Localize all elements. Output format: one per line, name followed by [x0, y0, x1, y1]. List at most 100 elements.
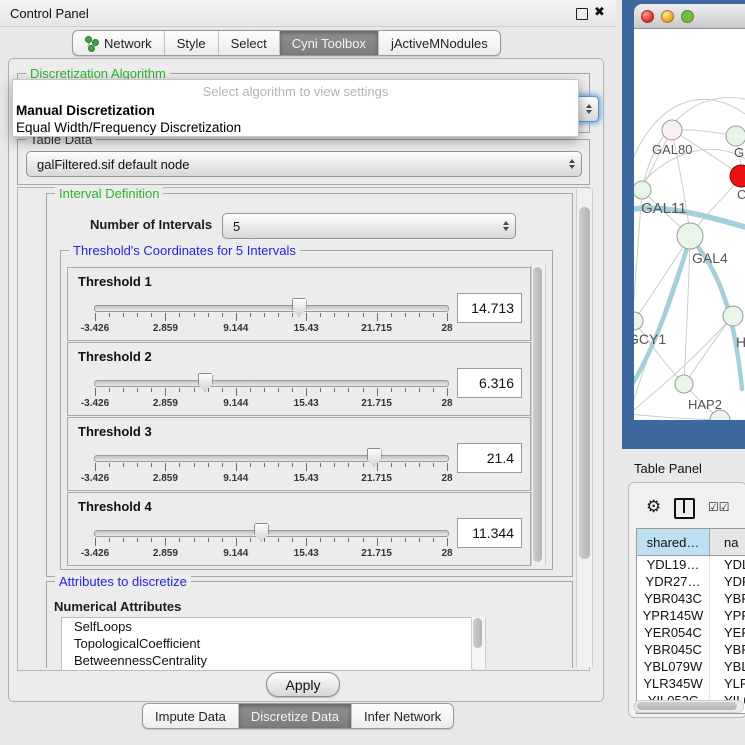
columns-icon[interactable]: [674, 498, 695, 519]
network-node-hap2[interactable]: [675, 375, 693, 393]
apply-button[interactable]: Apply: [266, 672, 340, 697]
thresholds-scrollbar[interactable]: [531, 265, 546, 565]
network-node-red[interactable]: [730, 165, 745, 187]
table-header-row: shared… na: [637, 529, 745, 556]
table-row[interactable]: YLR345WYLR3: [637, 675, 745, 692]
node-table[interactable]: shared… na YDL19…YDL1YDR27…YDR2YBR043CYB…: [636, 528, 745, 714]
zoom-traffic-light[interactable]: [681, 10, 694, 23]
tick-label: 21.715: [361, 473, 392, 484]
cell-name[interactable]: YLR3: [710, 675, 745, 692]
node-label-gal11: GAL11: [641, 200, 687, 217]
cell-name[interactable]: YER0: [710, 624, 745, 641]
popup-hint: Select algorithm to view settings: [13, 80, 578, 102]
network-view-canvas[interactable]: GAL80 G C GAL11 GAL4 GCY1 H HAP2: [634, 29, 745, 420]
table-panel-title: Table Panel: [634, 461, 702, 476]
tab-infer-network[interactable]: Infer Network: [352, 704, 453, 728]
tab-label: Style: [177, 36, 206, 51]
table-row[interactable]: YBR043CYBR0: [637, 590, 745, 607]
slider-track[interactable]: [94, 380, 449, 387]
cell-shared-name[interactable]: YDR27…: [637, 573, 710, 590]
network-node-gal4[interactable]: [677, 223, 703, 249]
slider-track[interactable]: [94, 455, 449, 462]
cell-name[interactable]: YBR0: [710, 641, 745, 658]
cell-shared-name[interactable]: YDL19…: [637, 556, 710, 573]
cell-shared-name[interactable]: YBR045C: [637, 641, 710, 658]
attribute-list-item[interactable]: SelfLoops: [62, 618, 472, 635]
network-node-gcy1[interactable]: [634, 312, 643, 330]
cell-shared-name[interactable]: YPR145W: [637, 607, 710, 624]
threshold-value-field[interactable]: 21.4: [457, 443, 522, 473]
cell-shared-name[interactable]: YBR043C: [637, 590, 710, 607]
node-label-hap2: HAP2: [688, 397, 722, 412]
table-row[interactable]: YDR27…YDR2: [637, 573, 745, 590]
thresholds-group: Threshold's Coordinates for 5 Intervals …: [60, 250, 553, 570]
cell-shared-name[interactable]: YER054C: [637, 624, 710, 641]
tab-label: Network: [104, 36, 152, 51]
slider-track[interactable]: [94, 305, 449, 312]
table-row[interactable]: YER054CYER0: [637, 624, 745, 641]
network-node-gal11-neighbor[interactable]: [634, 181, 651, 199]
tab-select[interactable]: Select: [219, 31, 280, 55]
attribute-list-item[interactable]: BetweennessCentrality: [62, 652, 472, 669]
popup-item-manual-discretization[interactable]: Manual Discretization: [13, 102, 578, 119]
interval-definition-group: Interval Definition Number of Intervals …: [46, 193, 573, 577]
table-horizontal-scrollbar[interactable]: [634, 700, 744, 713]
tab-label: Cyni Toolbox: [292, 36, 366, 51]
network-node-right[interactable]: [723, 306, 743, 326]
cell-name[interactable]: YPR1: [710, 607, 745, 624]
threshold-value-field[interactable]: 6.316: [457, 368, 522, 398]
screen: Control Panel ✖ Network Style Select Cyni T…: [0, 0, 745, 745]
attribute-list-item[interactable]: TopologicalCoefficient: [62, 635, 472, 652]
tab-label: Infer Network: [364, 709, 441, 724]
attributes-list-scrollbar[interactable]: [471, 617, 486, 669]
gear-icon[interactable]: ⚙: [646, 497, 661, 517]
table-row[interactable]: YBL079WYBL0: [637, 658, 745, 675]
table-row[interactable]: YDL19…YDL1: [637, 556, 745, 573]
table-row[interactable]: YPR145WYPR1: [637, 607, 745, 624]
cell-name[interactable]: YDR2: [710, 573, 745, 590]
tab-impute-data[interactable]: Impute Data: [143, 704, 239, 728]
tab-network[interactable]: Network: [73, 31, 165, 55]
table-data-combo[interactable]: galFiltered.sif default node: [26, 151, 582, 177]
number-of-intervals-combo[interactable]: 5: [222, 213, 516, 239]
cell-name[interactable]: YBL0: [710, 658, 745, 675]
node-label-gal80: GAL80: [652, 142, 692, 157]
column-header-name[interactable]: na: [710, 529, 745, 555]
float-window-icon[interactable]: [576, 8, 588, 20]
cell-name[interactable]: YDL1: [710, 556, 745, 573]
tick-label: 9.144: [223, 473, 248, 484]
tick-label: -3.426: [81, 548, 109, 559]
minimize-traffic-light[interactable]: [661, 10, 674, 23]
tab-label: Impute Data: [155, 709, 226, 724]
tab-jactivemnodules[interactable]: jActiveMNodules: [379, 31, 500, 55]
table-data-group: Table Data galFiltered.sif default node: [17, 139, 590, 185]
tick-label: 9.144: [223, 398, 248, 409]
threshold-row: Threshold 1 -3.4262.8599.14415.4321.7152…: [67, 267, 531, 341]
close-icon[interactable]: ✖: [594, 4, 605, 20]
numerical-attributes-list[interactable]: SelfLoopsTopologicalCoefficientBetweenne…: [61, 617, 473, 671]
network-node-gal80[interactable]: [662, 120, 682, 140]
cell-shared-name[interactable]: YBL079W: [637, 658, 710, 675]
column-header-shared-name[interactable]: shared…: [637, 529, 710, 555]
close-traffic-light[interactable]: [641, 10, 654, 23]
group-title: Threshold's Coordinates for 5 Intervals: [69, 243, 300, 258]
cyni-bottom-tabs: Impute Data Discretize Data Infer Network: [142, 703, 454, 729]
control-panel-titlebar: Control Panel: [0, 0, 616, 27]
tab-cyni-toolbox[interactable]: Cyni Toolbox: [280, 31, 379, 55]
node-label-partial-right: H: [736, 334, 745, 350]
tab-discretize-data[interactable]: Discretize Data: [239, 704, 352, 728]
threshold-value-field[interactable]: 14.713: [457, 293, 522, 323]
network-node-partial-top[interactable]: [726, 126, 745, 146]
cell-shared-name[interactable]: YLR345W: [637, 675, 710, 692]
number-of-intervals-label: Number of Intervals: [90, 217, 212, 232]
slider-tick-labels: -3.4262.8599.14415.4321.71528: [95, 323, 447, 334]
checkbox-icons[interactable]: ☑☑: [708, 500, 730, 514]
tab-style[interactable]: Style: [165, 31, 219, 55]
popup-item-equal-width-frequency[interactable]: Equal Width/Frequency Discretization: [13, 119, 578, 136]
table-row[interactable]: YBR045CYBR0: [637, 641, 745, 658]
threshold-row: Threshold 2 -3.4262.8599.14415.4321.7152…: [67, 342, 531, 416]
slider-track[interactable]: [94, 530, 449, 537]
threshold-value-field[interactable]: 11.344: [457, 518, 522, 548]
cell-name[interactable]: YBR0: [710, 590, 745, 607]
settings-scrollbar[interactable]: [576, 189, 593, 667]
